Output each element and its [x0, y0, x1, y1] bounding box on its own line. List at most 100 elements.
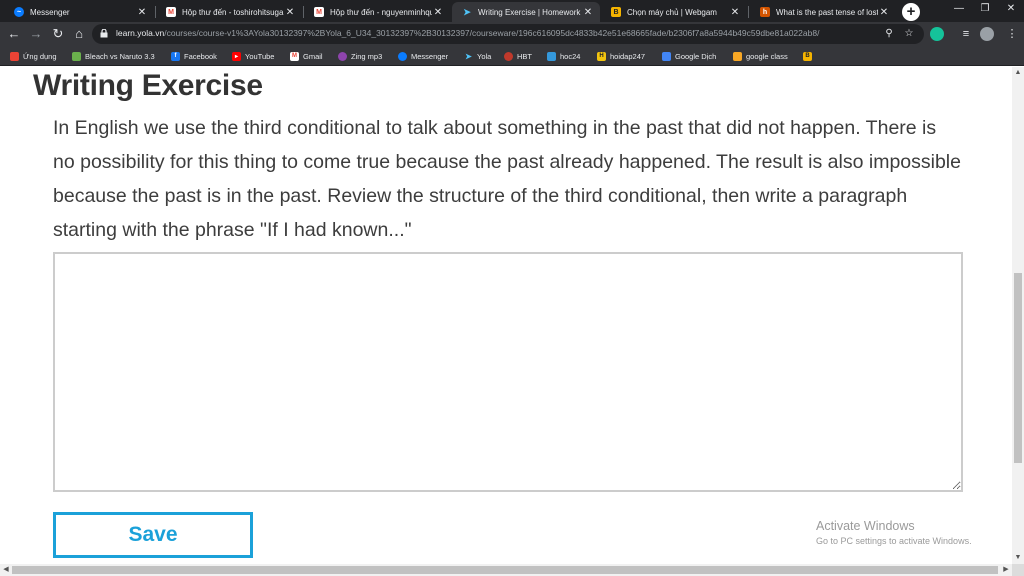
tab-label: Chọn máy chủ | Webgam — [627, 7, 717, 17]
grammarly-icon[interactable] — [930, 27, 944, 41]
apps-icon — [10, 51, 19, 61]
home-icon[interactable]: ⌂ — [71, 26, 87, 42]
bookmark-label: Facebook — [184, 51, 217, 61]
bookmark-b[interactable]: B — [803, 50, 816, 62]
cloud-icon — [547, 51, 556, 61]
vertical-scroll-thumb[interactable] — [1014, 273, 1022, 463]
scroll-up-icon[interactable]: ▲ — [1012, 67, 1024, 79]
horizontal-scrollbar[interactable]: ◀ ▶ — [0, 564, 1012, 576]
tab-label: Messenger — [30, 7, 70, 17]
tab-messenger[interactable]: ~ Messenger ✕ — [4, 2, 154, 22]
reload-icon[interactable]: ↻ — [50, 26, 66, 42]
bookmark-google-translate[interactable]: Google Dịch — [662, 50, 716, 62]
messenger-icon — [398, 51, 407, 61]
tab-webgame[interactable]: B Chọn máy chủ | Webgam ✕ — [601, 2, 747, 22]
scrollbar-corner — [1012, 564, 1024, 576]
bookmark-star-icon[interactable]: ☆ — [902, 27, 916, 41]
game-icon — [72, 51, 81, 61]
classroom-icon — [733, 51, 742, 61]
forward-icon[interactable]: → — [28, 26, 44, 42]
bookmark-apps[interactable]: Ứng dụng — [10, 50, 57, 62]
reading-list-icon[interactable]: ≡ — [958, 26, 974, 42]
scroll-left-icon[interactable]: ◀ — [0, 564, 12, 576]
yola-icon: ➤ — [465, 51, 472, 61]
hbt-icon — [504, 51, 513, 61]
h-icon: H — [597, 51, 606, 61]
bookmark-hbt[interactable]: HBT — [504, 50, 532, 62]
url-text[interactable]: learn.yola.vn/courses/course-v1%3AYola30… — [116, 28, 876, 38]
bookmark-gmail[interactable]: M Gmail — [290, 50, 323, 62]
back-icon[interactable]: ← — [6, 26, 22, 42]
bookmark-label: Bleach vs Naruto 3.3 — [85, 51, 155, 61]
lock-icon — [100, 29, 108, 38]
save-button[interactable]: Save — [53, 512, 253, 558]
bookmark-label: HBT — [517, 51, 532, 61]
minimize-icon[interactable]: — — [946, 0, 972, 22]
answer-textarea[interactable] — [53, 252, 963, 492]
close-icon[interactable]: ✕ — [136, 7, 148, 18]
bookmark-messenger[interactable]: Messenger — [398, 50, 448, 62]
browser-toolbar: ← → ↻ ⌂ learn.yola.vn/courses/course-v1%… — [0, 22, 1024, 46]
close-icon[interactable]: ✕ — [729, 7, 741, 18]
h-icon: h — [760, 7, 770, 17]
bookmark-label: Messenger — [411, 51, 449, 61]
tab-past-tense[interactable]: h What is the past tense of lost ✕ — [750, 2, 896, 22]
bookmark-label: Yola — [477, 51, 492, 61]
tab-strip: ~ Messenger ✕ M Hộp thư đến - toshirohit… — [0, 0, 1024, 22]
bookmark-label: Ứng dụng — [23, 51, 57, 61]
tab-gmail-1[interactable]: M Hộp thư đến - toshirohitsuga ✕ — [156, 2, 302, 22]
menu-icon[interactable]: ⋮ — [1004, 26, 1020, 42]
tab-gmail-2[interactable]: M Hộp thư đến - nguyenminhqu ✕ — [304, 2, 450, 22]
bookmark-zing[interactable]: Zing mp3 — [338, 50, 382, 62]
scroll-down-icon[interactable]: ▼ — [1012, 552, 1024, 564]
zoom-icon[interactable]: ⚲ — [882, 27, 896, 41]
url-path: /courses/course-v1%3AYola30132397%2BYola… — [164, 28, 820, 38]
gmail-icon: M — [166, 7, 176, 17]
bookmark-label: Zing mp3 — [351, 51, 383, 61]
close-icon[interactable]: ✕ — [284, 7, 296, 18]
youtube-icon: ▸ — [232, 51, 241, 61]
bookmark-facebook[interactable]: f Facebook — [171, 50, 217, 62]
bookmark-label: google class — [746, 51, 788, 61]
exercise-prompt: In English we use the third conditional … — [53, 117, 961, 241]
address-bar[interactable]: learn.yola.vn/courses/course-v1%3AYola30… — [92, 24, 924, 44]
messenger-icon: ~ — [14, 7, 24, 17]
zing-icon — [338, 51, 347, 61]
bookmark-label: Google Dịch — [675, 51, 717, 61]
bookmark-label: hoidap247 — [610, 51, 646, 61]
close-icon[interactable]: ✕ — [432, 7, 444, 18]
page-content: Writing Exercise In English we use the t… — [0, 67, 1012, 564]
url-host: learn.yola.vn — [116, 28, 165, 38]
tab-writing-exercise[interactable]: ➤ Writing Exercise | Homework | ✕ — [452, 2, 600, 22]
bookmark-hoidap247[interactable]: H hoidap247 — [597, 50, 645, 62]
bookmark-bleach[interactable]: Bleach vs Naruto 3.3 — [72, 50, 155, 62]
bookmark-hoc24[interactable]: hoc24 — [547, 50, 580, 62]
watermark-title: Activate Windows — [816, 519, 915, 533]
bookmark-google-class[interactable]: google class — [733, 50, 788, 62]
bookmark-label: hoc24 — [560, 51, 581, 61]
scroll-right-icon[interactable]: ▶ — [1000, 564, 1012, 576]
b-icon: B — [611, 7, 621, 17]
b-icon: B — [803, 51, 812, 61]
tab-label: Writing Exercise | Homework | — [478, 7, 582, 17]
bookmark-youtube[interactable]: ▸ YouTube — [232, 50, 274, 62]
profile-avatar-icon[interactable] — [980, 27, 994, 41]
tab-label: Hộp thư đến - toshirohitsuga — [182, 7, 284, 17]
yola-icon: ➤ — [463, 6, 471, 17]
restore-icon[interactable]: ❐ — [972, 0, 998, 22]
close-window-icon[interactable]: ✕ — [998, 0, 1024, 22]
watermark-subtitle: Go to PC settings to activate Windows. — [816, 536, 972, 546]
facebook-icon: f — [171, 51, 180, 61]
vertical-scrollbar[interactable]: ▲ ▼ — [1012, 67, 1024, 564]
close-icon[interactable]: ✕ — [582, 7, 594, 18]
new-tab-button[interactable]: + — [902, 3, 920, 21]
bookmarks-bar: Ứng dụng Bleach vs Naruto 3.3 f Facebook… — [0, 46, 1024, 66]
activate-windows-watermark: Activate Windows Go to PC settings to ac… — [816, 519, 972, 546]
bookmark-yola[interactable]: ➤ Yola — [464, 50, 491, 62]
gmail-icon: M — [290, 51, 299, 61]
gmail-icon: M — [314, 7, 324, 17]
tab-label: Hộp thư đến - nguyenminhqu — [330, 7, 432, 17]
close-icon[interactable]: ✕ — [878, 7, 890, 18]
horizontal-scroll-thumb[interactable] — [12, 566, 998, 574]
translate-icon — [662, 51, 671, 61]
